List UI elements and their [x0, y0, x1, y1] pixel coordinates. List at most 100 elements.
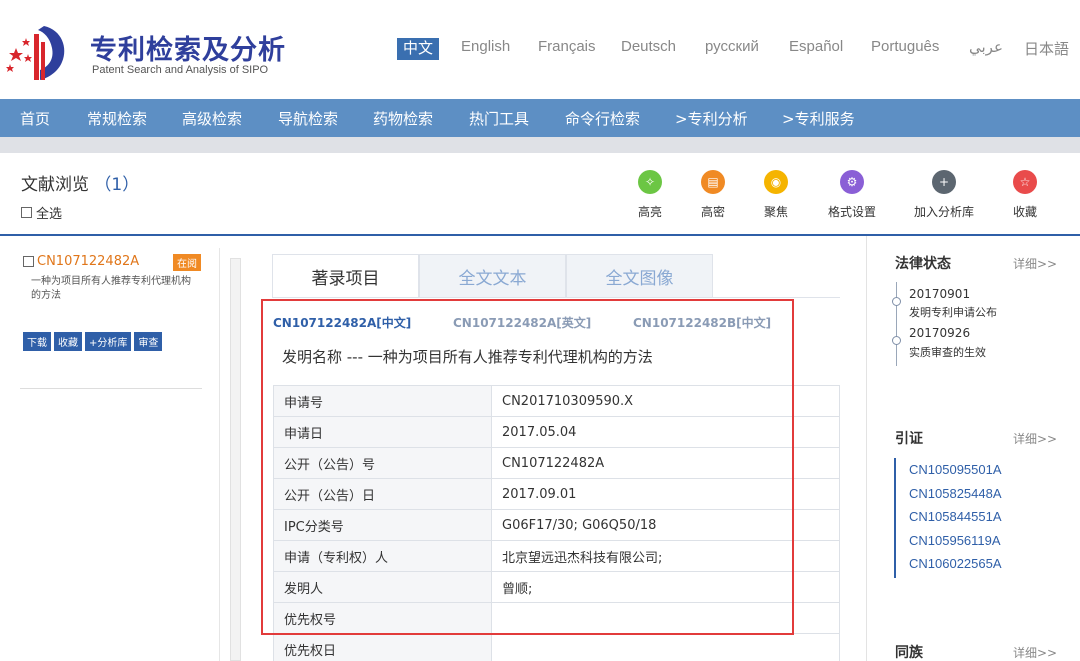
citation-link[interactable]: CN105825448A [909, 482, 1002, 506]
reading-badge: 在阅 [173, 254, 201, 271]
list-item-desc: 一种为项目所有人推荐专利代理机构的方法 [31, 276, 191, 301]
list-item-id[interactable]: CN107122482A [37, 254, 139, 269]
nav-command-search[interactable]: 命令行检索 [565, 108, 640, 129]
lang-ru[interactable]: русский [705, 38, 759, 55]
legal-timeline: 20170901 发明专利申请公布 20170926 实质审查的生效 [892, 282, 1056, 366]
invention-title: 发明名称 --- 一种为项目所有人推荐专利代理机构的方法 [282, 348, 653, 366]
citation-list: CN105095501A CN105825448A CN105844551A C… [894, 458, 1002, 578]
tab-bibliographic[interactable]: 著录项目 [272, 254, 419, 298]
list-item-actions: 下载 收藏 +分析库 审查 [23, 332, 163, 351]
family-more[interactable]: 详细>> [1013, 644, 1057, 661]
tool-highlight[interactable]: ✧ 高亮 [620, 170, 680, 220]
star-icon: ☆ [1013, 170, 1037, 194]
browse-count-value: 1 [111, 175, 123, 195]
main-nav: 首页 常规检索 高级检索 导航检索 药物检索 热门工具 命令行检索 >专利分析 … [0, 99, 1080, 137]
legal-status-more[interactable]: 详细>> [1013, 255, 1057, 272]
field-key: 申请（专利权）人 [273, 540, 492, 572]
plus-icon: + [932, 170, 956, 194]
tab-fullimage[interactable]: 全文图像 [566, 254, 713, 298]
tool-label: 格式设置 [827, 205, 876, 219]
scrollbar-thumb[interactable] [230, 258, 241, 661]
table-row: 发明人 曾顺; [273, 571, 840, 603]
right-panel-divider [866, 236, 867, 661]
table-row: 优先权号 [273, 602, 840, 634]
lang-de[interactable]: Deutsch [621, 38, 676, 55]
nav-patent-analysis[interactable]: >专利分析 [675, 108, 748, 129]
table-row: 申请号 CN201710309590.X [273, 385, 840, 417]
citation-link[interactable]: CN105956119A [909, 529, 1002, 553]
field-key: IPC分类号 [273, 509, 492, 541]
citation-more[interactable]: 详细>> [1013, 430, 1057, 447]
lang-fr[interactable]: Français [538, 38, 596, 55]
list-separator [20, 388, 202, 389]
browse-title: 文献浏览 （1） [21, 170, 139, 195]
table-row: 申请日 2017.05.04 [273, 416, 840, 448]
nav-navigation-search[interactable]: 导航检索 [278, 108, 338, 129]
tab-fulltext[interactable]: 全文文本 [419, 254, 566, 298]
lang-zh[interactable]: 中文 [397, 38, 440, 60]
citation-link[interactable]: CN105095501A [909, 458, 1002, 482]
timeline-dot [892, 336, 901, 345]
field-key: 优先权日 [273, 633, 492, 661]
eye-icon: ◉ [764, 170, 788, 194]
field-value: 2017.05.04 [491, 416, 840, 448]
browse-title-text: 文献浏览 [21, 175, 89, 195]
lightbulb-icon: ✧ [638, 170, 662, 194]
add-analysis-button[interactable]: +分析库 [85, 332, 132, 351]
header: 专利检索及分析 Patent Search and Analysis of SI… [0, 0, 1080, 99]
version-cn-b[interactable]: CN107122482B[中文] [633, 314, 771, 331]
select-all-checkbox[interactable] [21, 207, 32, 218]
lang-es[interactable]: Español [789, 38, 843, 55]
table-row: 申请（专利权）人 北京望远迅杰科技有限公司; [273, 540, 840, 572]
lang-ja[interactable]: 日本語 [1024, 38, 1069, 59]
tool-label: 加入分析库 [914, 205, 975, 219]
legal-event-date: 20170926 [909, 326, 971, 340]
legal-event-text: 实质审查的生效 [909, 346, 986, 359]
citation-link[interactable]: CN106022565A [909, 552, 1002, 576]
gear-icon: ⚙ [840, 170, 864, 194]
field-value: 2017.09.01 [491, 478, 840, 510]
tool-density[interactable]: ▤ 高密 [683, 170, 743, 220]
nav-advanced-search[interactable]: 高级检索 [182, 108, 242, 129]
lang-ar[interactable]: عربي [969, 38, 1003, 56]
nav-hot-tools[interactable]: 热门工具 [469, 108, 529, 129]
tool-format-settings[interactable]: ⚙ 格式设置 [822, 170, 882, 220]
tool-favorite[interactable]: ☆ 收藏 [995, 170, 1055, 220]
browse-count: （1） [94, 175, 140, 195]
citation-title: 引证 [895, 431, 923, 447]
lang-pt[interactable]: Português [871, 38, 939, 55]
version-en-a[interactable]: CN107122482A[英文] [453, 314, 591, 331]
tool-label: 聚焦 [763, 205, 788, 219]
nav-patent-service[interactable]: >专利服务 [782, 108, 855, 129]
citation-link[interactable]: CN105844551A [909, 505, 1002, 529]
tool-label: 收藏 [1012, 205, 1037, 219]
field-value: G06F17/30; G06Q50/18 [491, 509, 840, 541]
field-key: 发明人 [273, 571, 492, 603]
site-subtitle: Patent Search and Analysis of SIPO [92, 64, 269, 76]
field-key: 申请日 [273, 416, 492, 448]
language-switcher: 中文 English Français Deutsch русский Espa… [0, 38, 1080, 60]
list-item-checkbox[interactable] [23, 256, 34, 267]
select-all[interactable]: 全选 [21, 203, 62, 222]
timeline-dot [892, 297, 901, 306]
table-row: 公开（公告）号 CN107122482A [273, 447, 840, 479]
download-button[interactable]: 下载 [23, 332, 51, 351]
tool-focus[interactable]: ◉ 聚焦 [746, 170, 806, 220]
legal-event-text: 发明专利申请公布 [909, 306, 997, 319]
examine-button[interactable]: 审查 [134, 332, 163, 351]
field-value: CN107122482A [491, 447, 840, 479]
nav-drug-search[interactable]: 药物检索 [373, 108, 433, 129]
biblio-table: 申请号 CN201710309590.X 申请日 2017.05.04 公开（公告）… [273, 385, 840, 661]
field-key: 申请号 [273, 385, 492, 417]
lang-en[interactable]: English [461, 38, 510, 55]
version-cn-a[interactable]: CN107122482A[中文] [273, 314, 411, 331]
select-all-label: 全选 [36, 207, 63, 222]
nav-home[interactable]: 首页 [20, 108, 50, 129]
table-row: 优先权日 [273, 633, 840, 661]
tool-add-analysis[interactable]: + 加入分析库 [914, 170, 974, 220]
family-title: 同族 [895, 645, 923, 661]
header-divider [0, 234, 1080, 236]
nav-regular-search[interactable]: 常规检索 [87, 108, 147, 129]
favorite-button[interactable]: 收藏 [54, 332, 82, 351]
tool-label: 高亮 [637, 205, 662, 219]
